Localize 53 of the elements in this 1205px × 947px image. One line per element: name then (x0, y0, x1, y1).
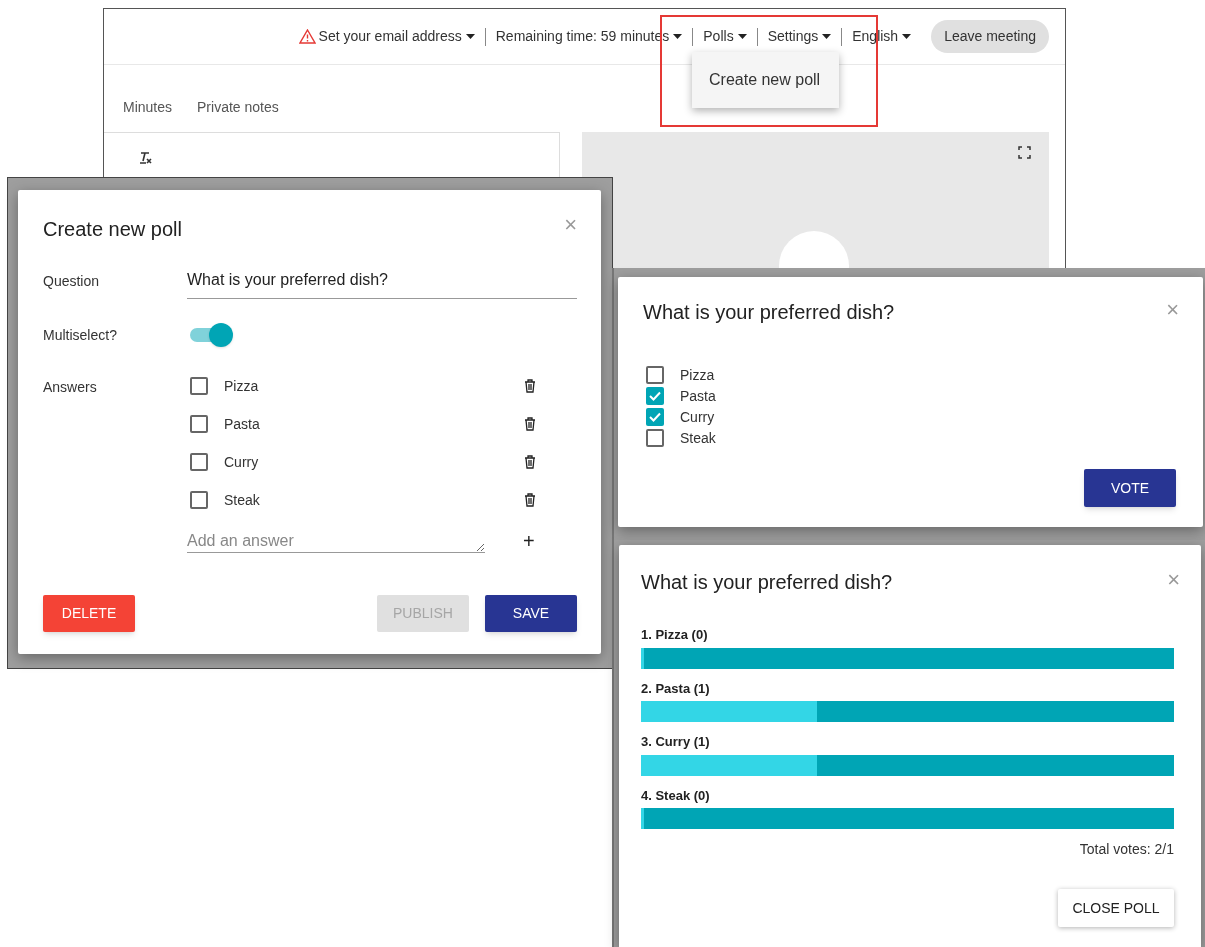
caret-icon (737, 34, 747, 39)
answer-label: Pizza (224, 376, 260, 396)
total-votes: Total votes: 2/1 (1079, 840, 1174, 859)
vote-button[interactable]: VOTE (1084, 469, 1176, 507)
email-menu[interactable]: Set your email address (298, 26, 475, 47)
checkbox[interactable] (646, 408, 664, 426)
clear-format-icon[interactable] (138, 151, 152, 165)
trash-icon[interactable] (524, 417, 536, 431)
question-field[interactable]: What is your preferred dish? (187, 268, 577, 299)
add-button[interactable]: + (523, 531, 535, 551)
close-poll-button[interactable]: CLOSE POLL (1058, 889, 1174, 927)
field-label: Question (43, 272, 101, 291)
field-label: Multiselect? (43, 326, 118, 345)
trash-icon[interactable] (524, 455, 536, 469)
option-label: Steak (680, 428, 716, 448)
checkbox[interactable] (646, 366, 664, 384)
dialog-title: Create new poll (43, 217, 182, 242)
leave-button[interactable]: Leave meeting (931, 20, 1049, 53)
tab[interactable]: Minutes (123, 97, 173, 118)
option-label: Curry (680, 407, 715, 427)
trash-icon[interactable] (524, 379, 536, 393)
checkbox[interactable] (190, 377, 208, 395)
save-button[interactable]: SAVE (485, 595, 577, 632)
answer-label: Pasta (224, 414, 261, 434)
checkbox[interactable] (646, 387, 664, 405)
caret-icon (822, 34, 832, 39)
result-label: 1. Pizza (0) (641, 626, 709, 644)
trash-icon[interactable] (524, 493, 536, 507)
answer-label: Curry (224, 452, 260, 472)
dialog-title: What is your preferred dish? (643, 300, 895, 325)
delete-button[interactable]: DELETE (43, 595, 135, 632)
tab[interactable]: Private notes (197, 97, 279, 118)
caret-icon (673, 34, 683, 39)
result-label: 4. Steak (0) (641, 786, 711, 805)
result-label: 3. Curry (1) (641, 733, 711, 751)
result-label: 2. Pasta (1) (641, 679, 711, 698)
checkbox[interactable] (646, 429, 664, 447)
checkbox[interactable] (190, 453, 208, 471)
checkbox[interactable] (190, 491, 208, 509)
checkbox[interactable] (190, 415, 208, 433)
field-label: Answers (43, 378, 98, 397)
option-label: Pasta (680, 386, 716, 406)
menu-button[interactable]: Settings (767, 26, 832, 47)
dialog-title: What is your preferred dish? (641, 570, 893, 595)
answer-field[interactable]: Add an answer (187, 529, 485, 553)
answer-label: Steak (224, 490, 261, 510)
menu-button[interactable]: Polls (703, 26, 747, 47)
caret-icon (902, 34, 912, 39)
warning-icon (298, 29, 316, 44)
menu-item[interactable]: Create new poll (692, 68, 838, 92)
fullscreen-icon[interactable] (1018, 146, 1031, 159)
caret-icon (465, 34, 475, 39)
option-label: Pizza (680, 365, 715, 385)
